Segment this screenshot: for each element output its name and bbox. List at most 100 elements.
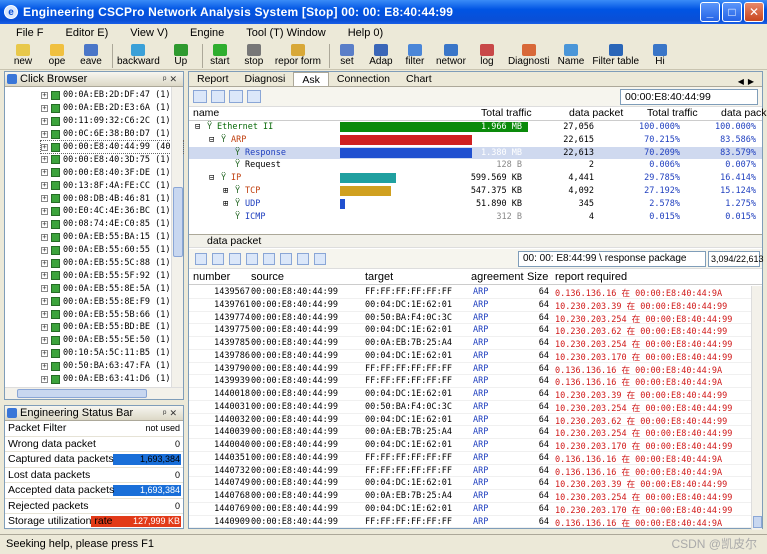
decode-icon[interactable] (297, 252, 309, 265)
browser-vertical-scrollbar[interactable] (171, 87, 183, 387)
tree-item[interactable]: +00:0A:EB:55:5F:92 (1) (41, 269, 183, 282)
packet-row[interactable]: 1439567 00:00:E8:40:44:99 FF:FF:FF:FF:FF:F… (189, 286, 762, 299)
expand-icon[interactable]: + (41, 130, 48, 138)
browser-horizontal-scrollbar[interactable] (5, 387, 183, 399)
toolbar-new-button[interactable]: new (10, 42, 36, 67)
packet-row[interactable]: 1439774 00:00:E8:40:44:99 00:50:BA:F4:0C:3… (189, 312, 762, 325)
col-report[interactable]: report required (555, 271, 627, 283)
expand-icon[interactable]: + (41, 349, 48, 357)
expand-icon[interactable]: + (41, 375, 48, 383)
toolbar-stop-button[interactable]: stop (241, 42, 267, 67)
packet-row[interactable]: 1440018 00:00:E8:40:44:99 00:04:DC:1E:62:0… (189, 388, 762, 401)
tab-diagnosi[interactable]: Diagnosi (237, 72, 294, 86)
tree-item[interactable]: +00:08:DB:4B:46:81 (1) (41, 192, 183, 205)
menu-editor[interactable]: Editor E) (66, 27, 109, 39)
packet-row[interactable]: 1439775 00:00:E8:40:44:99 00:04:DC:1E:62:0… (189, 324, 762, 337)
timestamp-field[interactable]: 00:00:E8:40:44:99 (620, 89, 758, 105)
expand-icon[interactable]: + (41, 143, 48, 151)
expand-icon[interactable]: + (41, 207, 48, 215)
tree-expander-icon[interactable]: ⊞ (223, 186, 228, 196)
protocol-row[interactable]: Ÿ ICMP 312 B 4 0.015% 0.015% (189, 211, 762, 224)
toolbar-ope-button[interactable]: ope (44, 42, 70, 67)
filter-icon[interactable] (280, 252, 292, 265)
packet-row[interactable]: 1439761 00:00:E8:40:44:99 00:04:DC:1E:62:0… (189, 299, 762, 312)
col-name[interactable]: name (193, 107, 219, 119)
refresh-icon[interactable] (247, 90, 261, 103)
toolbar-eave-button[interactable]: eave (78, 42, 104, 67)
menu-engine[interactable]: Engine (190, 27, 224, 39)
col-number[interactable]: number (193, 271, 230, 283)
expand-icon[interactable]: + (41, 323, 48, 331)
tree-item[interactable]: +00:0A:EB:2D:DF:47 (1) (41, 89, 183, 102)
toolbar-filter-button[interactable]: filter (402, 42, 428, 67)
refresh-icon[interactable] (314, 252, 326, 265)
col-size[interactable]: Size (527, 271, 548, 283)
pin-close-icon[interactable]: ᵖ✕ (163, 408, 183, 419)
expand-icon[interactable]: + (41, 246, 48, 254)
tab-ask[interactable]: Ask (293, 72, 329, 86)
expand-icon[interactable]: + (41, 220, 48, 228)
expand-icon[interactable]: + (41, 298, 48, 306)
expand-icon[interactable]: + (41, 336, 48, 344)
expand-icon[interactable]: + (41, 233, 48, 241)
tree-item[interactable]: +00:0A:EB:55:8E:F9 (1) (41, 295, 183, 308)
menu-help[interactable]: Help 0) (348, 27, 383, 39)
protocol-row[interactable]: Ÿ Response 1.380 MB 22,613 70.209% 83.579% (189, 146, 762, 160)
tree-item[interactable]: +00:0A:EB:55:BD:BE (1) (41, 321, 183, 334)
toolbar-filter-table-button[interactable]: Filter table (592, 42, 639, 67)
col-data-packet[interactable]: data packet (569, 107, 623, 119)
expand-icon[interactable]: + (41, 195, 48, 203)
protocol-row[interactable]: ⊞ Ÿ TCP 547.375 KB 4,092 27.192% 15.124% (189, 185, 762, 198)
toolbar-up-button[interactable]: Up (168, 42, 194, 67)
close-button[interactable]: ✕ (744, 2, 764, 22)
expand-icon[interactable]: + (41, 311, 48, 319)
back-icon[interactable] (195, 252, 207, 265)
packet-row[interactable]: 1440031 00:00:E8:40:44:99 00:50:BA:F4:0C:3… (189, 401, 762, 414)
expand-icon[interactable]: + (41, 272, 48, 280)
tree-expander-icon[interactable]: ⊟ (209, 173, 214, 183)
protocol-row[interactable]: Ÿ Request 128 B 2 0.006% 0.007% (189, 159, 762, 172)
toolbar-log-button[interactable]: log (474, 42, 500, 67)
scrollbar-thumb[interactable] (173, 187, 183, 257)
menu-tool-window[interactable]: Tool (T) Window (246, 27, 325, 39)
col-agreement[interactable]: agreement (471, 271, 524, 283)
maximize-button[interactable]: □ (722, 2, 742, 22)
packet-row[interactable]: 1440749 00:00:E8:40:44:99 00:04:DC:1E:62:0… (189, 477, 762, 490)
packet-row[interactable]: 1440732 00:00:E8:40:44:99 FF:FF:FF:FF:FF:F… (189, 465, 762, 478)
menu-view[interactable]: View V) (130, 27, 168, 39)
scrollbar-thumb[interactable] (753, 516, 762, 528)
tree-item[interactable]: +00:0A:EB:63:41:D6 (1) (41, 373, 183, 386)
expand-icon[interactable]: + (41, 169, 48, 177)
tree-expander-icon[interactable]: ⊞ (223, 199, 228, 209)
toolbar-set-button[interactable]: set (334, 42, 360, 67)
expand-icon[interactable]: + (41, 285, 48, 293)
packet-row[interactable]: 1439790 00:00:E8:40:44:99 FF:FF:FF:FF:FF:F… (189, 363, 762, 376)
tree-item[interactable]: +00:0A:EB:55:8E:5A (1) (41, 282, 183, 295)
packet-row[interactable]: 1440909 00:00:E8:40:44:99 FF:FF:FF:FF:FF:F… (189, 516, 762, 529)
tree-item[interactable]: +00:13:8F:4A:FE:CC (1) (41, 179, 183, 192)
tab-scroll-arrows-icon[interactable]: ◀▶ (738, 77, 762, 86)
tree-item[interactable]: +00:0A:EB:2D:E3:6A (1) (41, 102, 183, 115)
packet-row[interactable]: 1439786 00:00:E8:40:44:99 00:04:DC:1E:62:0… (189, 350, 762, 363)
toolbar-networ-button[interactable]: networ (436, 42, 466, 67)
table-view-icon[interactable] (193, 90, 207, 103)
toolbar-name-button[interactable]: Name (558, 42, 584, 67)
tree-item[interactable]: +00:50:BA:63:47:FA (1) (41, 360, 183, 373)
tree-item[interactable]: +00:0A:EB:55:5B:66 (1) (41, 308, 183, 321)
expand-icon[interactable]: + (41, 117, 48, 125)
protocol-row[interactable]: ⊟ Ÿ IP 599.569 KB 4,441 29.785% 16.414% (189, 172, 762, 185)
columns-icon[interactable] (263, 252, 275, 265)
packet-row[interactable]: 1440768 00:00:E8:40:44:99 00:0A:EB:7B:25:A… (189, 490, 762, 503)
tree-item[interactable]: +00:0A:EB:55:5C:88 (1) (41, 257, 183, 270)
tree-item[interactable]: +00:0C:6E:38:B0:D7 (1) (41, 128, 183, 141)
tree-item[interactable]: +00:11:09:32:C6:2C (1) (41, 115, 183, 128)
col-source[interactable]: source (251, 271, 284, 283)
tree-item[interactable]: +00:00:E8:40:3F:DE (1) (41, 166, 183, 179)
packet-row[interactable]: 1439939 00:00:E8:40:44:99 FF:FF:FF:FF:FF:F… (189, 375, 762, 388)
toolbar-repor-form-button[interactable]: repor form (275, 42, 321, 67)
tree-item[interactable]: +00:0A:EB:55:5E:50 (1) (41, 334, 183, 347)
toolbar-hi-button[interactable]: Hi (647, 42, 673, 67)
expand-icon[interactable]: + (41, 259, 48, 267)
tree-item[interactable]: +00:E0:4C:4E:36:BC (1) (41, 205, 183, 218)
tree-item[interactable]: +00:10:5A:5C:11:B5 (1) (41, 347, 183, 360)
